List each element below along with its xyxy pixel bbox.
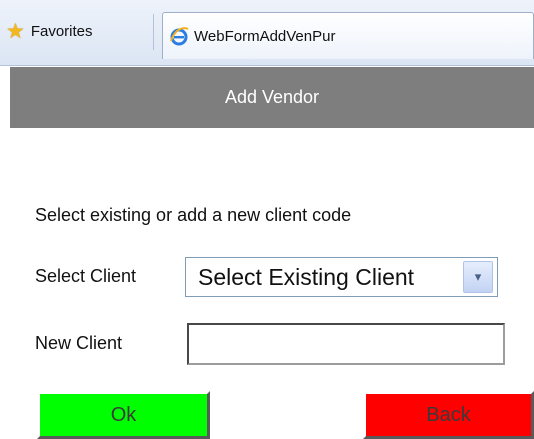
instruction-text: Select existing or add a new client code [35, 205, 352, 225]
star-icon: ★ [6, 19, 25, 43]
tab-title: WebFormAddVenPur [194, 27, 336, 45]
select-client-value: Select Existing Client [198, 263, 415, 290]
select-client-dropdown[interactable]: Select Existing Client ▾ [185, 257, 498, 297]
favorites-label: Favorites [30, 22, 93, 40]
browser-tab-bar: ★ Favorites WebFormAddVenPur [0, 0, 534, 66]
new-client-input[interactable] [187, 323, 505, 365]
ok-button-label: Ok [110, 403, 137, 426]
back-button-label: Back [426, 403, 471, 426]
page-title: Add Vendor [224, 87, 320, 107]
chevron-down-icon[interactable]: ▾ [463, 261, 493, 293]
new-client-label: New Client [35, 333, 123, 353]
ok-button[interactable]: Ok [37, 391, 210, 439]
toolbar-separator [153, 14, 154, 50]
internet-explorer-icon [169, 26, 189, 46]
favorites-button[interactable]: ★ Favorites [6, 18, 93, 44]
select-client-label: Select Client [35, 266, 137, 286]
back-button[interactable]: Back [363, 391, 534, 439]
browser-tab[interactable]: WebFormAddVenPur [162, 12, 534, 59]
page-header: Add Vendor [10, 67, 534, 128]
